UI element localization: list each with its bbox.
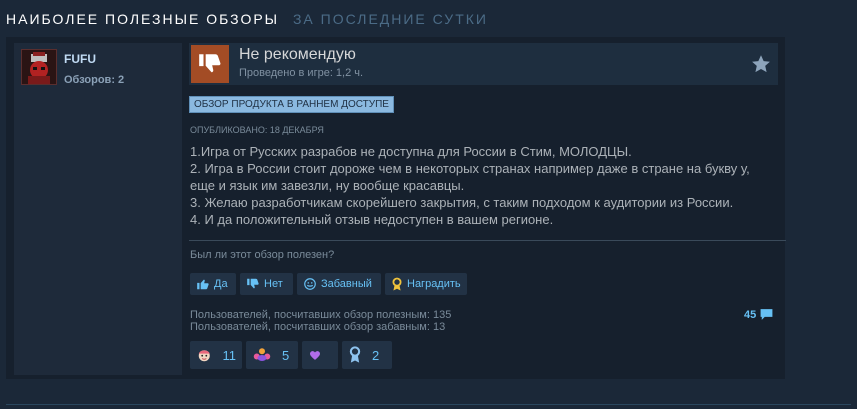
- review-line: 3. Желаю разработчикам скорейшего закрыт…: [190, 195, 734, 210]
- vote-funny-label: Забавный: [321, 278, 372, 290]
- helpful-question: Был ли этот обзор полезен?: [190, 249, 335, 261]
- review-card: FUFU Обзоров: 2 Не рекомендую Проведено …: [6, 37, 786, 379]
- posted-date: Опубликовано: 18 декабря: [190, 125, 324, 135]
- author-name[interactable]: FUFU: [64, 52, 96, 66]
- vote-no-label: Нет: [264, 278, 283, 290]
- section-header: Наиболее полезные обзоры за последние су…: [6, 11, 488, 31]
- recommendation-title: Не рекомендую: [239, 46, 356, 63]
- award-button-label: Наградить: [407, 278, 461, 290]
- heart-award-icon: [309, 351, 321, 360]
- thumbs-down-icon: [191, 45, 229, 83]
- recommendation-header[interactable]: Не рекомендую Проведено в игре: 1,2 ч.: [189, 43, 778, 85]
- hours-played: Проведено в игре: 1,2 ч.: [239, 67, 364, 79]
- award-heart[interactable]: [302, 341, 338, 369]
- divider: [189, 240, 786, 241]
- divider: [6, 404, 851, 405]
- smiley-icon: [304, 278, 316, 290]
- comments-count: 45: [744, 308, 757, 321]
- author-review-count[interactable]: Обзоров: 2: [64, 74, 124, 86]
- vote-no-button[interactable]: Нет: [240, 273, 293, 295]
- review-line: еще и язык им завезли, ну вообще красавц…: [190, 178, 465, 193]
- review-body: 1.Игра от Русских разрабов не доступна д…: [190, 143, 775, 228]
- section-title: Наиболее полезные обзоры: [6, 11, 280, 27]
- early-access-badge: Обзор продукта в раннем доступе: [189, 96, 394, 113]
- award-count: 5: [282, 347, 290, 363]
- review-line: 4. И да положительный отзыв недоступен в…: [190, 212, 554, 227]
- face-award-icon: [198, 350, 210, 362]
- medal-award-icon: [349, 346, 361, 363]
- review-stats: Пользователей, посчитавших обзор полезны…: [190, 309, 451, 333]
- award-button[interactable]: Наградить: [385, 273, 467, 295]
- helpful-count: Пользователей, посчитавших обзор полезны…: [190, 309, 452, 321]
- thumbs-up-icon: [197, 279, 209, 290]
- avatar[interactable]: [21, 49, 57, 85]
- star-icon[interactable]: [750, 53, 772, 75]
- award-medal[interactable]: 2: [342, 341, 392, 369]
- award-face[interactable]: 11: [190, 341, 242, 369]
- vote-yes-button[interactable]: Да: [190, 273, 236, 295]
- author-panel: FUFU Обзоров: 2: [14, 43, 182, 375]
- review-line: 1.Игра от Русских разрабов не доступна д…: [190, 144, 632, 159]
- award-ribbon-icon: [392, 277, 402, 290]
- review-line: 2. Игра в России стоит дороже чем в неко…: [190, 161, 750, 176]
- award-flower[interactable]: 5: [246, 341, 298, 369]
- section-period[interactable]: за последние сутки: [293, 11, 488, 27]
- award-count: 2: [372, 347, 380, 363]
- funny-count: Пользователей, посчитавших обзор забавны…: [190, 321, 446, 333]
- comment-icon: [760, 309, 773, 320]
- vote-funny-button[interactable]: Забавный: [297, 273, 381, 295]
- vote-yes-label: Да: [214, 278, 228, 290]
- award-count: 11: [222, 347, 237, 363]
- flower-award-icon: [253, 348, 271, 361]
- thumbs-down-icon: [247, 278, 259, 289]
- comments-link[interactable]: 45: [744, 308, 774, 321]
